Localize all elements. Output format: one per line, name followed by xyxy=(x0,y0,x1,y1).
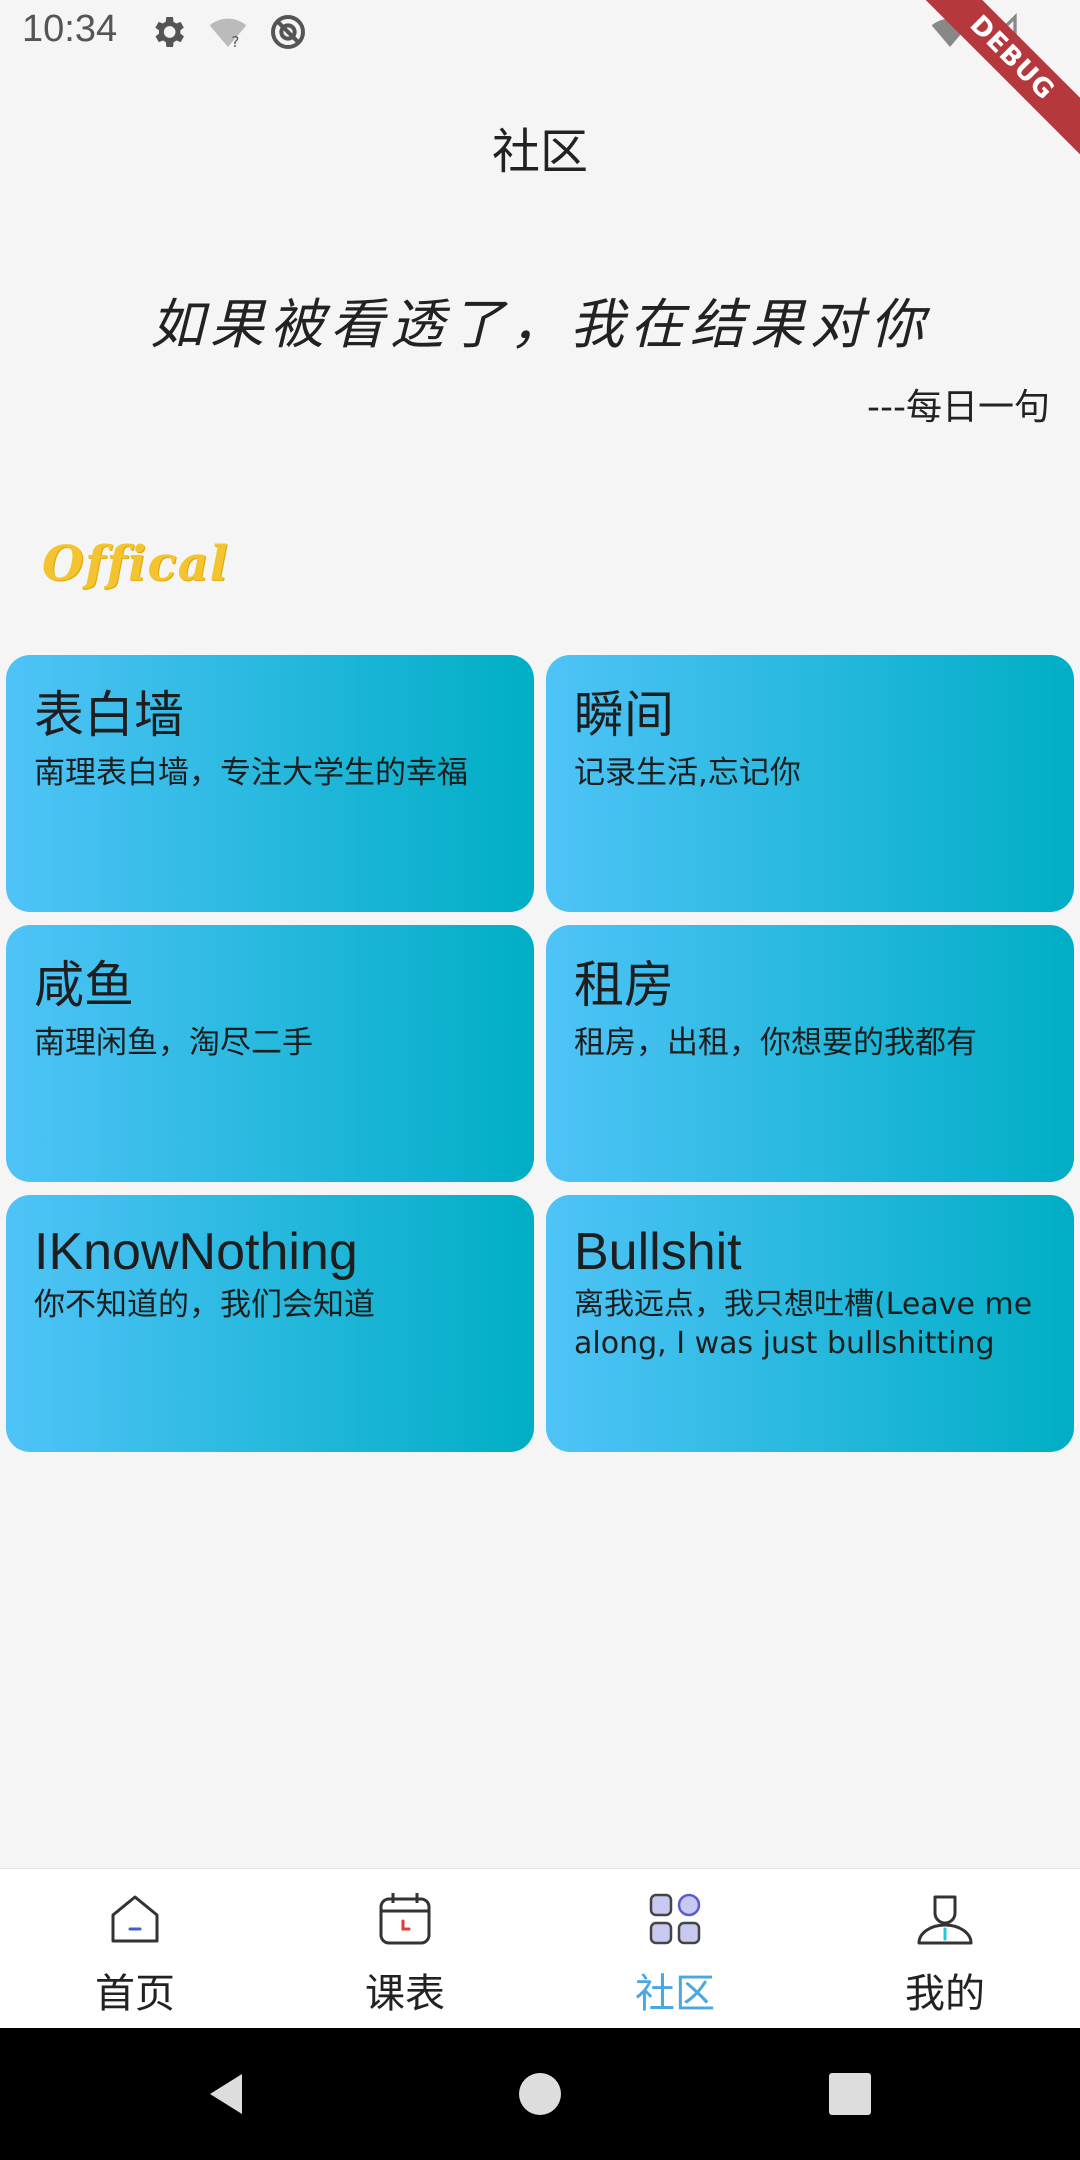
home-icon xyxy=(111,1895,159,1943)
nav-label: 社区 xyxy=(635,1971,715,2017)
recents-square-icon[interactable] xyxy=(820,2064,880,2124)
card-description: 记录生活,忘记你 xyxy=(574,755,801,791)
bottom-navigation: 首页 课表 社区 我的 xyxy=(0,1868,1080,2029)
nav-label: 课表 xyxy=(365,1971,445,2017)
do-not-disturb-icon xyxy=(271,15,305,49)
card-title: Bullshit xyxy=(574,1223,742,1281)
nav-item-schedule[interactable]: 课表 xyxy=(270,1869,540,2029)
wifi-unknown-icon: ? xyxy=(209,18,247,51)
nav-item-community[interactable]: 社区 xyxy=(540,1869,810,2029)
system-navigation-bar xyxy=(0,2028,1080,2160)
home-circle-icon[interactable] xyxy=(510,2064,570,2124)
card-title: 表白墙 xyxy=(34,686,184,744)
card-description: 租房，出租，你想要的我都有 xyxy=(574,1025,977,1061)
community-grid-icon xyxy=(649,1893,701,1945)
card-confession-wall[interactable]: 表白墙 南理表白墙，专注大学生的幸福 xyxy=(6,655,534,912)
card-description: 你不知道的，我们会知道 xyxy=(34,1287,375,1324)
card-title: 租房 xyxy=(574,956,674,1014)
nav-label: 首页 xyxy=(95,1971,175,2017)
back-icon[interactable] xyxy=(196,2064,256,2124)
card-rental[interactable]: 租房 租房，出租，你想要的我都有 xyxy=(546,925,1074,1182)
page-title: 社区 xyxy=(491,124,588,180)
daily-quote-text: 如果被看透了，我在结果对你 xyxy=(150,293,930,356)
card-iknownothing[interactable]: IKnowNothing 你不知道的，我们会知道 xyxy=(6,1195,534,1452)
card-description: 离我远点，我只想吐槽(Leave me along, I was just bu… xyxy=(574,1287,1033,1362)
card-title: 咸鱼 xyxy=(34,956,134,1014)
card-title: 瞬间 xyxy=(574,686,674,744)
status-time: 10:34 xyxy=(22,8,118,50)
daily-quote-source: ---每日一句 xyxy=(867,387,1050,428)
card-description: 南理表白墙，专注大学生的幸福 xyxy=(34,755,468,791)
settings-gear-icon xyxy=(155,17,184,47)
card-title: IKnowNothing xyxy=(34,1223,358,1281)
card-moments[interactable]: 瞬间 记录生活,忘记你 xyxy=(546,655,1074,912)
nav-label: 我的 xyxy=(905,1971,985,2017)
section-label-offical: Offical xyxy=(42,536,229,592)
nav-item-profile[interactable]: 我的 xyxy=(810,1869,1080,2029)
calendar-icon xyxy=(379,1893,431,1945)
status-bar: 10:34 ? DEBUG xyxy=(0,0,1080,165)
card-description: 南理闲鱼，淘尽二手 xyxy=(34,1025,313,1061)
card-second-hand[interactable]: 咸鱼 南理闲鱼，淘尽二手 xyxy=(6,925,534,1182)
nav-item-home[interactable]: 首页 xyxy=(0,1869,270,2029)
card-bullshit[interactable]: Bullshit 离我远点，我只想吐槽(Leave me along, I wa… xyxy=(546,1195,1074,1452)
profile-icon xyxy=(917,1895,973,1945)
svg-text:?: ? xyxy=(231,33,239,51)
